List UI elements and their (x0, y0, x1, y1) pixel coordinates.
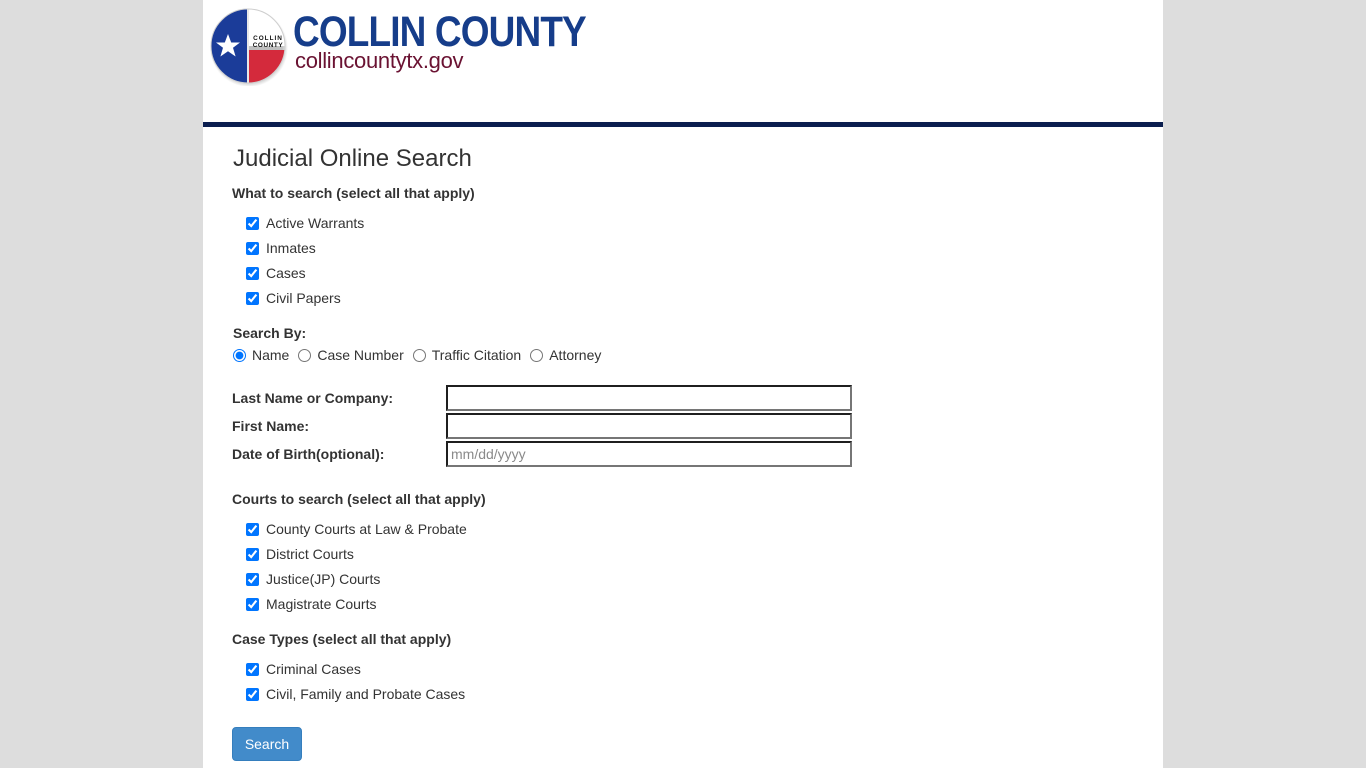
checkbox-label: Justice(JP) Courts (266, 571, 381, 587)
active-warrants-checkbox[interactable] (246, 216, 259, 230)
case-types-label: Case Types (select all that apply) (232, 631, 452, 647)
magistrate-courts-checkbox[interactable] (246, 597, 259, 611)
checkbox-label: Magistrate Courts (266, 596, 377, 612)
checkbox-civil-family-probate[interactable]: Civil, Family and Probate Cases (246, 684, 465, 704)
site-header: COLLIN COUNTY COLLIN COUNTY collincounty… (203, 0, 1163, 122)
first-name-input[interactable] (446, 413, 852, 439)
inmates-checkbox[interactable] (246, 241, 259, 255)
checkbox-county-courts[interactable]: County Courts at Law & Probate (246, 519, 467, 539)
last-name-input[interactable] (446, 385, 852, 411)
justice-courts-checkbox[interactable] (246, 572, 259, 586)
checkbox-label: Civil, Family and Probate Cases (266, 686, 466, 702)
checkbox-label: Criminal Cases (266, 661, 361, 677)
radio-label: Attorney (549, 347, 602, 363)
civil-family-probate-checkbox[interactable] (246, 687, 259, 701)
checkbox-cases[interactable]: Cases (246, 263, 306, 283)
attorney-radio[interactable] (530, 348, 544, 362)
checkbox-label: Civil Papers (266, 290, 341, 306)
civil-papers-checkbox[interactable] (246, 291, 259, 305)
checkbox-label: County Courts at Law & Probate (266, 521, 467, 537)
checkbox-label: Cases (266, 265, 306, 281)
first-name-label: First Name: (232, 418, 310, 434)
checkbox-civil-papers[interactable]: Civil Papers (246, 288, 341, 308)
search-by-label: Search By: (233, 325, 307, 341)
checkbox-magistrate-courts[interactable]: Magistrate Courts (246, 594, 376, 614)
checkbox-criminal-cases[interactable]: Criminal Cases (246, 659, 361, 679)
radio-attorney[interactable]: Attorney (529, 347, 601, 363)
checkbox-inmates[interactable]: Inmates (246, 238, 316, 258)
radio-traffic-citation[interactable]: Traffic Citation (412, 347, 521, 363)
checkbox-label: District Courts (266, 546, 354, 562)
seal-text-county: COUNTY (253, 42, 284, 49)
county-courts-checkbox[interactable] (246, 522, 259, 536)
radio-label: Name (252, 347, 290, 363)
radio-name[interactable]: Name (232, 347, 289, 363)
checkbox-justice-courts[interactable]: Justice(JP) Courts (246, 569, 380, 589)
page-title: Judicial Online Search (233, 145, 472, 172)
dob-label: Date of Birth(optional): (232, 446, 385, 462)
criminal-cases-checkbox[interactable] (246, 662, 259, 676)
checkbox-active-warrants[interactable]: Active Warrants (246, 213, 364, 233)
what-to-search-label: What to search (select all that apply) (232, 185, 475, 201)
collin-county-seal-logo[interactable]: COLLIN COUNTY (208, 6, 288, 86)
page-container: COLLIN COUNTY COLLIN COUNTY collincounty… (203, 0, 1163, 768)
radio-label: Case Number (317, 347, 404, 363)
brand-url[interactable]: collincountytx.gov (295, 48, 464, 74)
cases-checkbox[interactable] (246, 266, 259, 280)
search-by-radio-group: Name Case Number Traffic Citation Attorn… (232, 345, 609, 365)
traffic-citation-radio[interactable] (412, 348, 426, 362)
search-button[interactable]: Search (232, 727, 302, 761)
courts-label: Courts to search (select all that apply) (232, 491, 486, 507)
radio-label: Traffic Citation (431, 347, 522, 363)
case-number-radio[interactable] (298, 348, 312, 362)
last-name-label: Last Name or Company: (232, 390, 394, 406)
checkbox-label: Inmates (266, 240, 316, 256)
name-radio[interactable] (233, 348, 246, 362)
dob-input[interactable] (446, 441, 852, 467)
header-divider-bar (203, 122, 1163, 127)
checkbox-district-courts[interactable]: District Courts (246, 544, 354, 564)
seal-text-collin: COLLIN (253, 35, 283, 42)
seal-divider (247, 9, 249, 83)
radio-case-number[interactable]: Case Number (297, 347, 404, 363)
district-courts-checkbox[interactable] (246, 547, 259, 561)
checkbox-label: Active Warrants (266, 215, 365, 231)
